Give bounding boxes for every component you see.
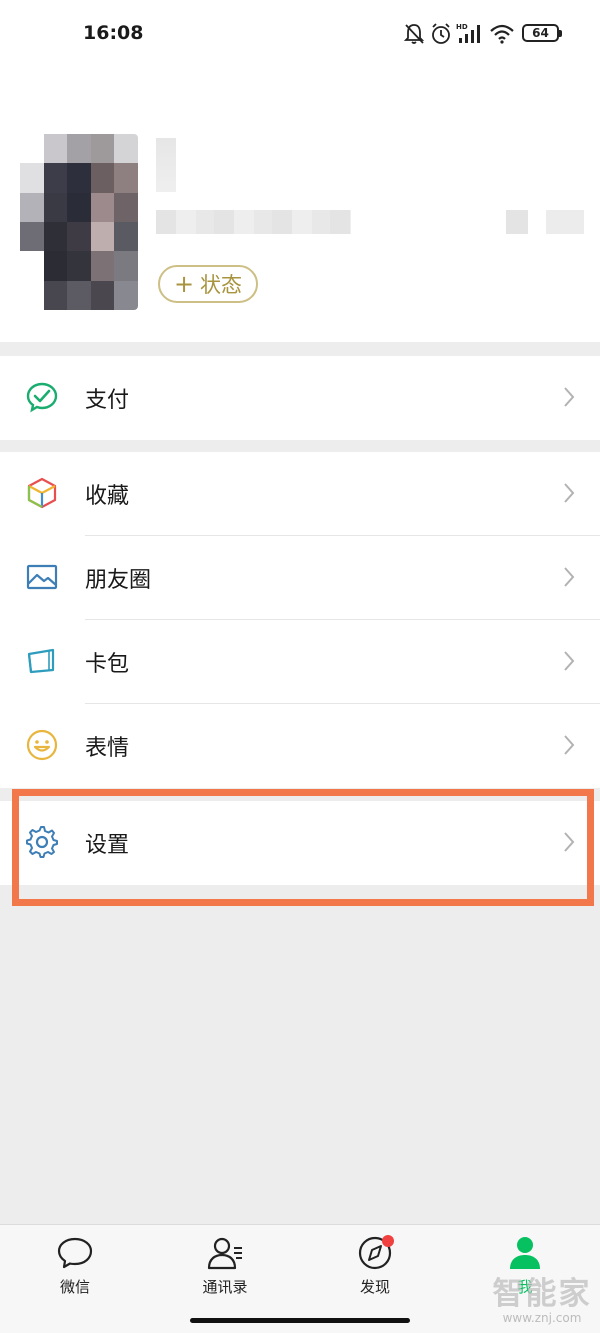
nickname-blurred <box>156 138 176 192</box>
menu-group-settings: 设置 <box>0 801 600 885</box>
menu-group-pay: 支付 <box>0 356 600 440</box>
menu-item-label: 朋友圈 <box>85 568 152 593</box>
svg-text:HD: HD <box>456 23 468 31</box>
menu-item-label: 卡包 <box>85 652 130 677</box>
menu-item-card-wallet[interactable]: 卡包 <box>0 620 600 704</box>
photo-icon <box>26 564 58 590</box>
status-time: 16:08 <box>83 22 144 44</box>
wechat-id-blurred <box>156 210 351 234</box>
add-status-button[interactable]: + 状态 <box>158 265 258 303</box>
pay-check-icon <box>26 382 58 413</box>
status-button-label: 状态 <box>200 273 243 297</box>
chevron-right-icon <box>564 483 575 503</box>
card-icon <box>27 648 55 674</box>
alarm-icon <box>432 23 450 44</box>
signal-icon: HD <box>456 23 480 43</box>
battery-indicator: 64 <box>522 24 562 42</box>
wifi-icon <box>490 24 514 44</box>
mute-bell-icon <box>403 24 425 44</box>
smile-icon <box>26 729 58 761</box>
person-icon <box>510 1237 540 1269</box>
watermark-brand: 智能家 <box>492 1276 592 1312</box>
menu-item-settings[interactable]: 设置 <box>0 801 600 885</box>
contacts-icon <box>207 1237 242 1270</box>
chevron-right-icon <box>564 567 575 587</box>
tab-contacts[interactable]: 通讯录 <box>170 1235 280 1301</box>
chat-bubble-icon <box>57 1237 93 1269</box>
status-bar: 16:08 HD 64 <box>0 0 600 68</box>
chevron-right-icon <box>564 735 575 755</box>
menu-item-label: 设置 <box>85 833 130 858</box>
menu-item-label: 收藏 <box>85 484 130 509</box>
chevron-right-icon <box>564 651 575 671</box>
notification-dot <box>382 1235 394 1247</box>
menu-item-label: 支付 <box>85 388 130 413</box>
profile-header[interactable]: + 状态 <box>0 68 600 342</box>
tab-label: 发现 <box>359 1278 390 1296</box>
plus-icon: + <box>173 270 195 298</box>
menu-item-favorites[interactable]: 收藏 <box>0 452 600 536</box>
tab-chats[interactable]: 微信 <box>20 1235 130 1301</box>
qr-code-blurred[interactable] <box>506 210 584 234</box>
home-indicator[interactable] <box>190 1318 410 1323</box>
menu-group-main: 收藏 朋友圈 卡包 表情 <box>0 452 600 788</box>
menu-item-stickers[interactable]: 表情 <box>0 704 600 788</box>
tab-label: 通讯录 <box>202 1278 248 1296</box>
tab-label: 微信 <box>59 1278 90 1296</box>
cube-icon <box>27 477 57 509</box>
watermark: 智能家 www.znj.com <box>488 1268 596 1325</box>
tab-discover[interactable]: 发现 <box>320 1235 430 1301</box>
chevron-right-icon <box>564 387 575 407</box>
gear-icon <box>26 826 58 858</box>
menu-item-label: 表情 <box>85 736 130 761</box>
menu-item-pay[interactable]: 支付 <box>0 356 600 440</box>
menu-item-moments[interactable]: 朋友圈 <box>0 536 600 620</box>
watermark-url: www.znj.com <box>502 1311 582 1325</box>
chevron-right-icon <box>564 832 575 852</box>
avatar[interactable] <box>20 134 138 310</box>
